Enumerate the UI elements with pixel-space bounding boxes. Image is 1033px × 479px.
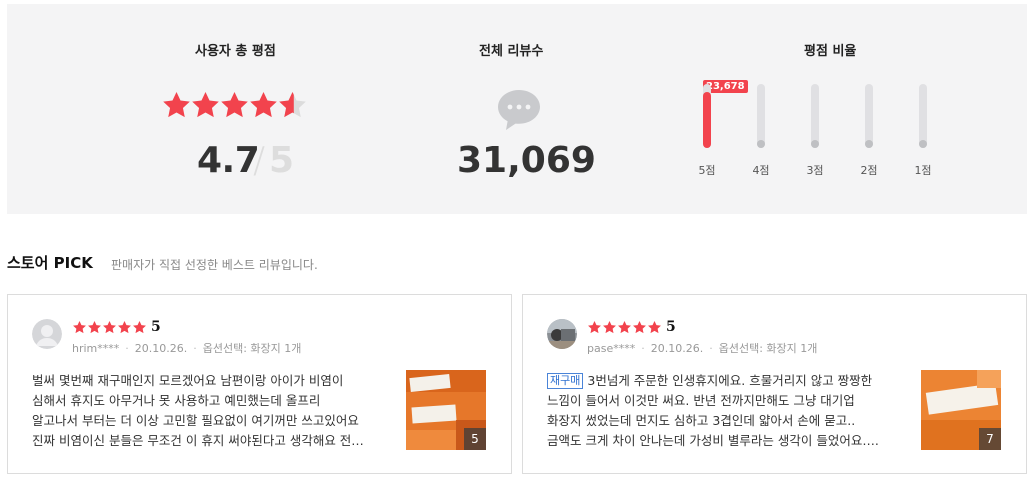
rating-bar <box>865 84 875 148</box>
star-icon <box>250 91 277 118</box>
photo-count-badge: 7 <box>979 428 1001 450</box>
star-icon <box>648 320 661 333</box>
star-icon <box>73 320 86 333</box>
review-line: 진짜 비염이신 분들은 무조건 이 휴지 써야된다고 생각해요 전… <box>32 433 364 448</box>
speech-bubble-icon <box>498 90 540 130</box>
rating-bar <box>757 84 767 148</box>
review-date: 20.10.26. <box>134 342 188 355</box>
review-date: 20.10.26. <box>650 342 704 355</box>
total-review-count: 31,069 <box>457 140 596 181</box>
review-user: pase**** <box>587 342 636 355</box>
star-half-icon <box>279 91 306 118</box>
review-line: 재구매 3번넘게 주문한 인생휴지에요. 흐물거리지 않고 짱짱한 <box>547 371 907 391</box>
rating-bar-fill <box>703 92 711 148</box>
rating-bar-label: 4점 <box>752 164 770 177</box>
store-pick-title: 스토어 PICK <box>7 254 93 272</box>
star-icon <box>618 320 631 333</box>
default-user-icon <box>32 319 62 349</box>
repurchase-tag: 재구매 <box>547 373 584 389</box>
rating-value: 4.7 <box>197 140 260 181</box>
rating-stars <box>161 90 306 121</box>
review-text[interactable]: 재구매 3번넘게 주문한 인생휴지에요. 흐물거리지 않고 짱짱한 느낌이 들어서… <box>547 371 907 451</box>
rating-bar-label: 2점 <box>860 164 878 177</box>
review-stars: 5 <box>72 319 161 335</box>
star-icon <box>603 320 616 333</box>
star-icon <box>633 320 646 333</box>
star-icon <box>133 320 146 333</box>
rating-max: 5 <box>269 140 295 181</box>
review-line: 심해서 휴지도 아무거나 못 사용하고 예민했는데 올프리 <box>32 393 321 408</box>
rating-bar-track <box>757 84 765 148</box>
star-icon <box>588 320 601 333</box>
star-icon <box>192 91 219 118</box>
rating-bar-label: 3점 <box>806 164 824 177</box>
review-option: 옵션선택: 화장지 1개 <box>202 342 302 355</box>
review-meta: pase**** · 20.10.26. · 옵션선택: 화장지 1개 <box>587 342 818 355</box>
total-rating-title: 사용자 총 평점 <box>195 44 276 59</box>
rating-bar-knob <box>865 140 873 148</box>
star-icon <box>103 320 116 333</box>
review-stars: 5 <box>587 319 676 335</box>
rating-bar <box>919 84 929 148</box>
review-card[interactable]: 5 hrim**** · 20.10.26. · 옵션선택: 화장지 1개 벌써 몇번째… <box>7 294 512 474</box>
review-photo-thumbnail[interactable]: 5 <box>406 370 486 450</box>
rating-bar-knob <box>811 140 819 148</box>
star-icon <box>221 91 248 118</box>
rating-bar-knob <box>919 140 927 148</box>
review-line: 벌써 몇번째 재구매인지 모르겠어요 남편이랑 아이가 비염이 <box>32 373 344 388</box>
review-score: 5 <box>666 319 676 335</box>
review-line-text: 3번넘게 주문한 인생휴지에요. 흐물거리지 않고 짱짱한 <box>587 373 873 388</box>
review-option: 옵션선택: 화장지 1개 <box>718 342 818 355</box>
review-line: 느낌이 들어서 이것만 써요. 반년 전까지만해도 그냥 대기업 <box>547 393 855 408</box>
star-icon <box>88 320 101 333</box>
photo-count-badge: 5 <box>464 428 486 450</box>
rating-bar-label: 1점 <box>914 164 932 177</box>
store-pick-subtitle: 판매자가 직접 선정한 베스트 리뷰입니다. <box>111 258 318 272</box>
rating-bar <box>703 84 713 148</box>
rating-bar-knob <box>757 140 765 148</box>
star-icon <box>163 91 190 118</box>
rating-bar-track <box>865 84 873 148</box>
rating-ratio-title: 평점 비율 <box>804 44 857 59</box>
rating-bar <box>811 84 821 148</box>
review-score: 5 <box>151 319 161 335</box>
rating-separator: / <box>253 140 266 181</box>
review-line: 금액도 크게 차이 안나는데 가성비 별루라는 생각이 들었어요…. <box>547 433 879 448</box>
review-line: 알고나서 부터는 더 이상 고민할 필요없이 여기꺼만 쓰고있어요 <box>32 413 359 428</box>
rating-bar-track <box>919 84 927 148</box>
review-meta: hrim**** · 20.10.26. · 옵션선택: 화장지 1개 <box>72 342 302 355</box>
rating-bar-track <box>811 84 819 148</box>
review-text[interactable]: 벌써 몇번째 재구매인지 모르겠어요 남편이랑 아이가 비염이 심해서 휴지도 … <box>32 371 392 451</box>
total-reviews-title: 전체 리뷰수 <box>479 44 544 59</box>
review-card[interactable]: 5 pase**** · 20.10.26. · 옵션선택: 화장지 1개 재구매 3번넘… <box>522 294 1027 474</box>
star-icon <box>118 320 131 333</box>
review-line: 화장지 썼었는데 먼지도 심하고 3겹인데 얇아서 손에 묻고.. <box>547 413 856 428</box>
user-avatar <box>547 319 577 349</box>
rating-bar-label: 5점 <box>698 164 716 177</box>
review-photo-thumbnail[interactable]: 7 <box>921 370 1001 450</box>
review-user: hrim**** <box>72 342 120 355</box>
rating-summary-panel: 사용자 총 평점 4.7 / 5 전체 리뷰수 31,069 평점 비율 23,… <box>7 4 1027 214</box>
